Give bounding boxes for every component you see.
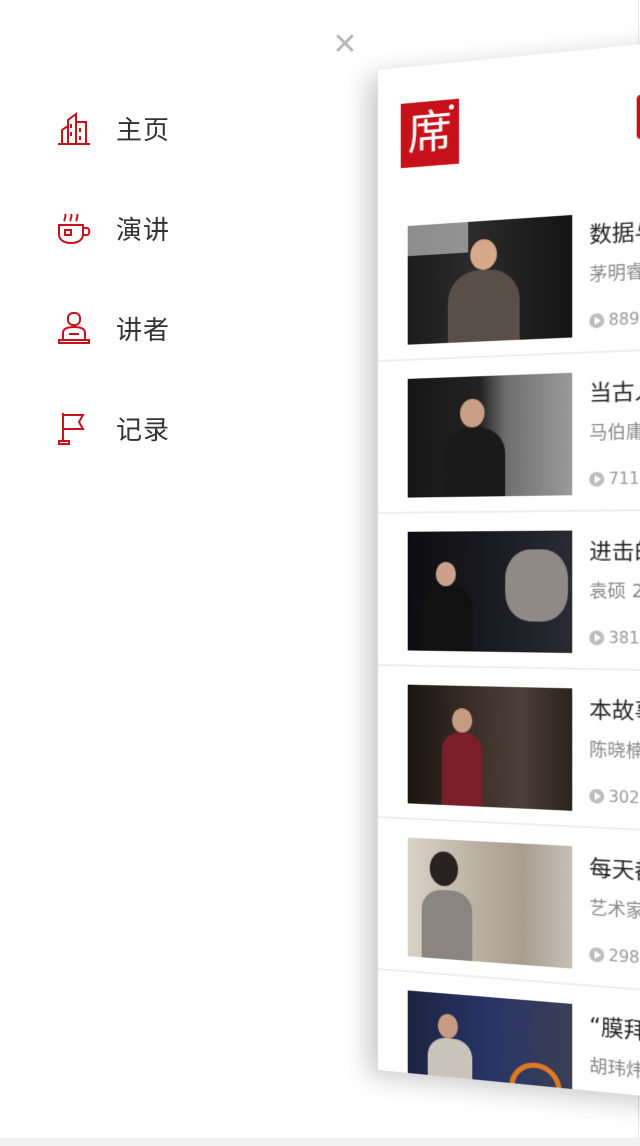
menu-item-home[interactable]: 主页 xyxy=(52,103,252,153)
app-logo: 席 xyxy=(400,98,460,169)
talk-card[interactable]: 进击的 袁硕 2( 3819 xyxy=(378,510,640,673)
talk-card[interactable]: 当古人 马伯庸 7113 xyxy=(378,347,640,514)
coffee-cup-icon xyxy=(52,206,96,250)
view-count: 8890 xyxy=(608,308,640,330)
talk-views: 7113 xyxy=(589,469,640,489)
view-count: 3026 xyxy=(608,787,640,809)
close-icon[interactable]: ✕ xyxy=(330,30,360,60)
talk-title: 进击的 xyxy=(589,538,640,564)
talk-title: 当古人 xyxy=(589,378,640,406)
talk-title: 本故事 xyxy=(589,697,640,724)
view-count: 2989 xyxy=(608,946,640,969)
talk-card[interactable]: 每天都 艺术家 2989 xyxy=(378,818,640,999)
building-icon xyxy=(52,106,96,150)
menu-label-speakers: 讲者 xyxy=(116,315,171,346)
talk-title: 每天都 xyxy=(589,855,640,885)
play-icon xyxy=(589,471,605,487)
talk-views: 3819 xyxy=(589,628,640,648)
talk-title: 数据与 xyxy=(589,217,640,248)
menu-item-speakers[interactable]: 讲者 xyxy=(52,303,252,353)
talk-thumbnail xyxy=(407,214,573,345)
talk-speaker: 茅明睿 xyxy=(589,261,640,286)
menu-item-records[interactable]: 记录 xyxy=(52,403,252,453)
talk-speaker: 艺术家 xyxy=(589,898,640,923)
talk-views: 3026 xyxy=(589,787,640,808)
talk-speaker: 胡玮炜 xyxy=(589,1056,640,1083)
app-preview-panel[interactable]: 席 数据与 茅明睿 8890 当古人 马伯庸 7113 进击的 袁硕 2(38… xyxy=(378,34,640,1106)
menu-label-talks: 演讲 xyxy=(116,215,171,246)
play-icon xyxy=(589,630,605,646)
play-icon xyxy=(589,788,605,804)
talk-thumbnail xyxy=(407,530,573,654)
talk-thumbnail xyxy=(407,684,573,811)
talk-thumbnail xyxy=(407,372,573,498)
menu-item-talks[interactable]: 演讲 xyxy=(52,203,252,253)
talk-card[interactable]: 本故事 陈晓楠 3026 xyxy=(378,666,640,836)
talk-list: 数据与 茅明睿 8890 当古人 马伯庸 7113 进击的 袁硕 2( 3819 xyxy=(378,184,640,1106)
talk-views: 2989 xyxy=(589,945,640,968)
talk-speaker: 袁硕 2( xyxy=(589,581,640,603)
talk-speaker: 马伯庸 xyxy=(589,421,640,444)
talk-views: 8890 xyxy=(589,309,640,331)
talk-thumbnail xyxy=(407,837,573,969)
talk-card[interactable]: 数据与 茅明睿 8890 xyxy=(378,184,640,362)
menu-label-records: 记录 xyxy=(116,415,171,446)
menu-label-home: 主页 xyxy=(116,115,171,146)
view-count: 7113 xyxy=(608,468,640,489)
flag-icon xyxy=(52,406,96,450)
talk-speaker: 陈晓楠 xyxy=(589,739,640,763)
speaker-person-icon xyxy=(52,306,96,350)
play-icon xyxy=(589,946,605,963)
view-count: 3819 xyxy=(608,628,640,648)
bottom-strip xyxy=(0,1138,640,1146)
talk-title: “膜拜” xyxy=(589,1013,640,1045)
play-icon xyxy=(589,313,605,329)
